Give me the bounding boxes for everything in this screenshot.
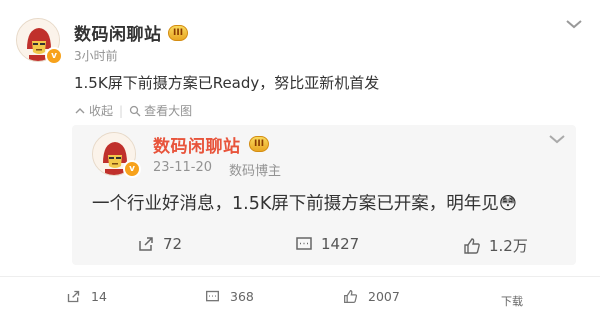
author-name[interactable]: 数码闲聊站 [74, 20, 162, 45]
like-button[interactable]: 2007 [343, 289, 400, 304]
quoted-comment-button[interactable]: 1427 [295, 235, 359, 253]
comment-icon [206, 290, 219, 302]
comment-count: 368 [230, 289, 254, 304]
quoted-level-badge: III [249, 136, 270, 152]
chevron-down-icon[interactable] [565, 18, 583, 30]
collapse-icon [75, 107, 85, 113]
comment-button[interactable]: 368 [205, 289, 254, 304]
quoted-repost-count: 72 [163, 235, 183, 253]
footer-divider [0, 276, 600, 277]
repost-icon [67, 290, 80, 303]
repost-button[interactable]: 14 [66, 289, 107, 304]
level-badge: III [168, 25, 189, 41]
quoted-repost-button[interactable]: 72 [137, 235, 182, 253]
thumbs-up-icon [464, 237, 480, 254]
quoted-like-button[interactable]: 1.2万 [463, 235, 528, 256]
post-time[interactable]: 3小时前 [74, 47, 118, 64]
separator: | [119, 103, 124, 118]
quoted-like-count: 1.2万 [489, 237, 528, 255]
quoted-author-name[interactable]: 数码闲聊站 [153, 132, 241, 157]
repost-count: 14 [91, 289, 107, 304]
post-text: 1.5K屏下前摄方案已Ready，努比亚新机首发 [74, 74, 380, 92]
quoted-comment-count: 1427 [321, 235, 360, 253]
repost-icon [139, 237, 153, 251]
quoted-date[interactable]: 23-11-20 [153, 160, 212, 175]
comment-icon [296, 237, 312, 250]
download-button[interactable]: 下载 [501, 293, 523, 309]
quoted-source: 数码博主 [229, 164, 282, 179]
quoted-chevron-down-icon[interactable] [548, 133, 566, 145]
like-count: 2007 [368, 289, 400, 304]
collapse-link[interactable]: 收起 [89, 102, 113, 119]
view-large-link[interactable]: 查看大图 [144, 102, 192, 119]
magnify-icon [129, 105, 141, 116]
thumbs-up-icon [344, 290, 358, 303]
verified-badge-icon: v [45, 47, 63, 65]
image-actions: 收起 | 查看大图 [74, 102, 192, 119]
quoted-text: 一个行业好消息，1.5K屏下前摄方案已开案，明年见😳 [92, 194, 518, 214]
quoted-verified-badge-icon: v [123, 160, 141, 178]
